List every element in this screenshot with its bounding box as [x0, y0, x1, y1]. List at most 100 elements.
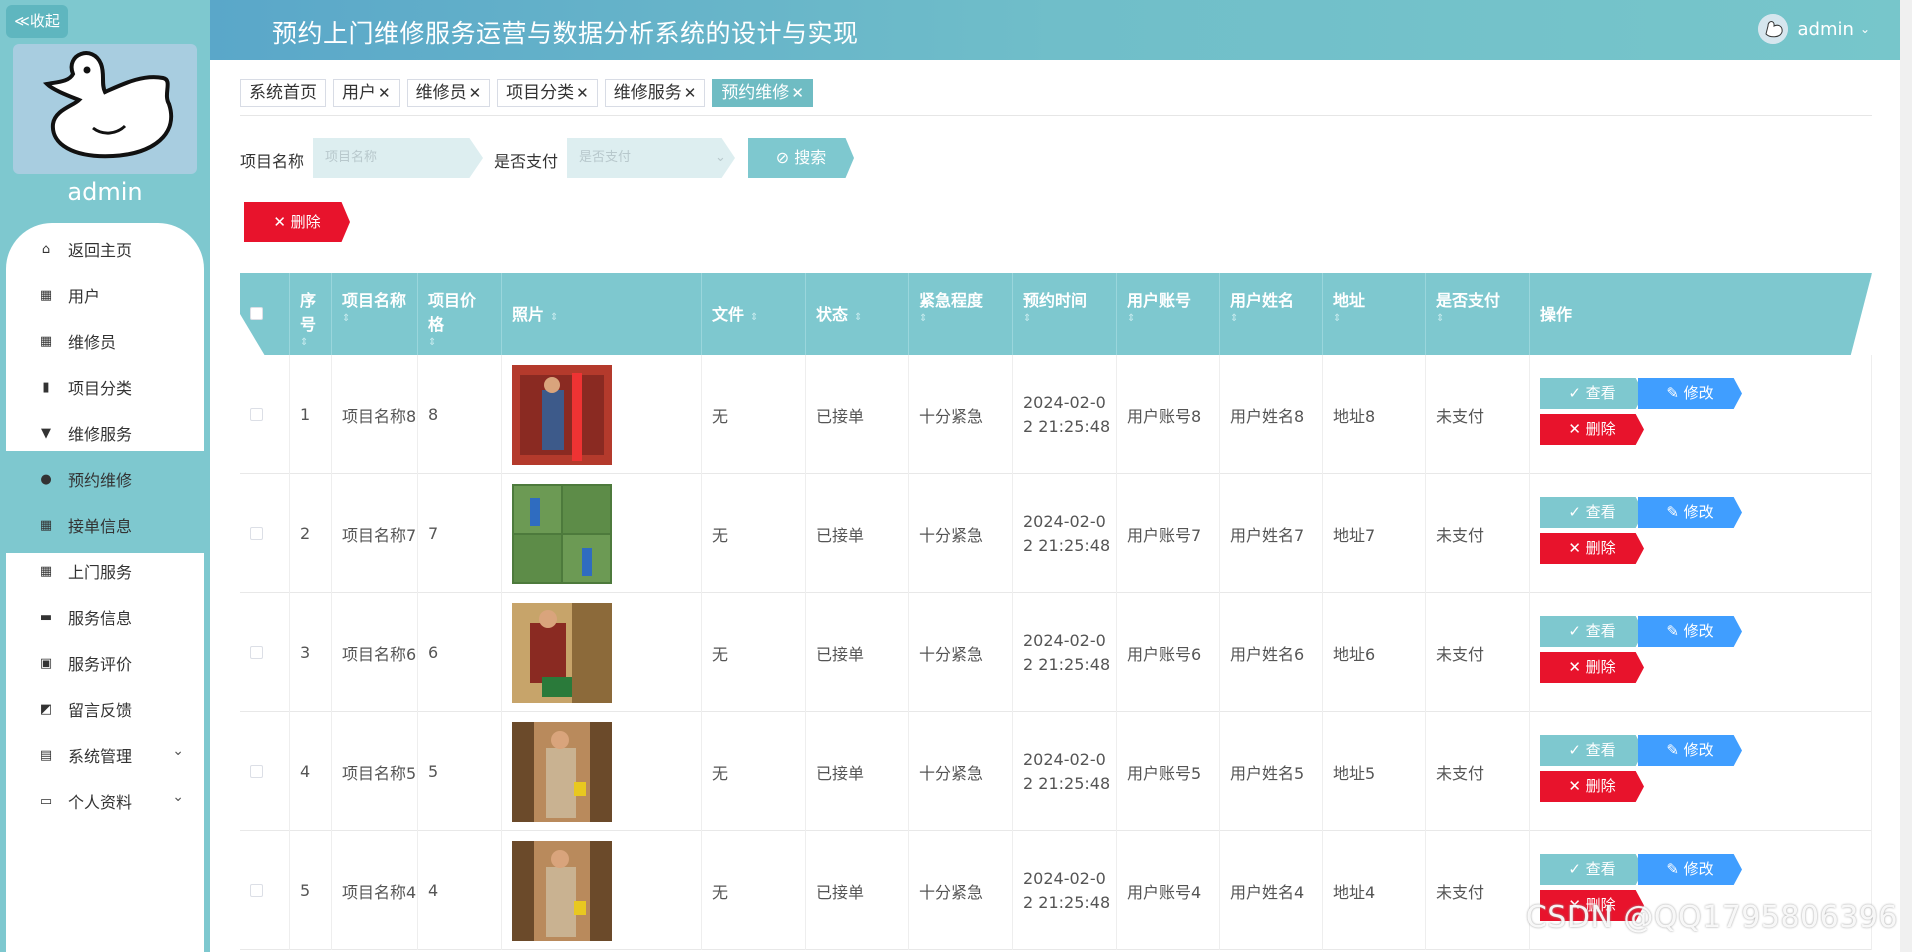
cell-text: 1 — [300, 405, 311, 424]
actions-cell: ✓ 查看 ✎ 修改 ✕ 删除 — [1530, 355, 1872, 474]
close-icon[interactable]: ✕ — [684, 84, 697, 102]
cell-time: 2024-02-0 2 21:25:48 — [1013, 831, 1117, 950]
view-button[interactable]: ✓ 查看 — [1540, 378, 1644, 409]
row-checkbox[interactable] — [250, 884, 263, 897]
delete-label: 删除 — [1585, 777, 1616, 795]
view-button[interactable]: ✓ 查看 — [1540, 616, 1644, 647]
cell-text: 未支付 — [1436, 525, 1485, 545]
cell-status: 已接单 — [806, 474, 909, 593]
view-label: 查看 — [1585, 503, 1616, 521]
row-checkbox[interactable] — [250, 527, 263, 540]
column-header-10[interactable]: 地址 ⇕ — [1323, 273, 1426, 355]
column-header-5[interactable]: 状态 ⇕ — [806, 273, 909, 355]
name-input[interactable]: 项目名称 — [313, 138, 483, 178]
bulk-delete-button[interactable]: ✕ 删除 — [244, 202, 350, 242]
close-icon[interactable]: ✕ — [791, 84, 804, 102]
edit-button[interactable]: ✎ 修改 — [1638, 497, 1742, 528]
cell-name: 项目名称6 — [332, 593, 418, 712]
tab-4[interactable]: 维修服务 ✕ — [604, 79, 706, 107]
photo-thumbnail[interactable] — [512, 602, 612, 703]
pin-icon: ▼ — [41, 425, 51, 441]
paid-select[interactable]: 是否支付 ⌄ — [567, 138, 735, 178]
column-header-8[interactable]: 用户账号 ⇕ — [1117, 273, 1220, 355]
cell-text: 已接单 — [816, 882, 865, 902]
view-button[interactable]: ✓ 查看 — [1540, 854, 1644, 885]
row-checkbox[interactable] — [250, 646, 263, 659]
sidebar-item-label: 上门服务 — [68, 563, 133, 582]
select-all-checkbox[interactable] — [250, 307, 263, 320]
close-icon[interactable]: ✕ — [378, 84, 391, 102]
cell-text: 十分紧急 — [919, 406, 984, 426]
photo-thumbnail[interactable] — [512, 364, 612, 465]
photo-thumbnail[interactable] — [512, 721, 612, 822]
scrollbar[interactable] — [1900, 0, 1912, 952]
row-select-cell — [240, 355, 290, 474]
column-header-6[interactable]: 紧急程度 ⇕ — [909, 273, 1013, 355]
edit-button[interactable]: ✎ 修改 — [1638, 378, 1742, 409]
column-header-11[interactable]: 是否支付 ⇕ — [1426, 273, 1530, 355]
edit-label: 修改 — [1683, 384, 1714, 402]
sort-icon: ⇕ — [1333, 313, 1342, 324]
close-icon[interactable]: ✕ — [576, 84, 589, 102]
cell-photo — [502, 355, 702, 474]
cell-addr: 地址8 — [1323, 355, 1426, 474]
cell-file: 无 — [702, 355, 806, 474]
tab-0[interactable]: 系统首页 — [240, 79, 326, 107]
tab-5[interactable]: 预约维修 ✕ — [712, 79, 813, 107]
column-header-9[interactable]: 用户姓名 ⇕ — [1220, 273, 1323, 355]
chevron-down-icon: ⌄ — [1859, 22, 1870, 36]
tab-2[interactable]: 维修员 ✕ — [406, 79, 491, 107]
view-button[interactable]: ✓ 查看 — [1540, 735, 1644, 766]
column-header-3[interactable]: 照片 ⇕ — [502, 273, 702, 355]
time-line-2: 2 21:25:48 — [1023, 535, 1111, 555]
photo-thumbnail[interactable] — [512, 483, 612, 584]
view-label: 查看 — [1585, 384, 1616, 402]
delete-button[interactable]: ✕ 删除 — [1540, 652, 1644, 683]
edit-button[interactable]: ✎ 修改 — [1638, 616, 1742, 647]
cell-account: 用户账号6 — [1117, 593, 1220, 712]
edit-icon: ✎ — [1666, 860, 1684, 878]
delete-button[interactable]: ✕ 删除 — [1540, 533, 1644, 564]
edit-icon: ✎ — [1666, 622, 1684, 640]
column-header-label: 项目价格 — [428, 291, 477, 334]
sidebar-item-label: 维修服务 — [68, 425, 133, 444]
photo-thumbnail[interactable] — [512, 840, 612, 941]
cell-text: 地址4 — [1333, 882, 1376, 902]
search-button[interactable]: ⊘ 搜索 — [748, 138, 854, 178]
cell-text: 十分紧急 — [919, 882, 984, 902]
tab-3[interactable]: 项目分类 ✕ — [497, 79, 598, 107]
header: 预约上门维修服务运营与数据分析系统的设计与实现 admin ⌄ — [210, 0, 1912, 60]
sort-icon: ⇕ — [1127, 313, 1136, 324]
cell-text: 3 — [300, 643, 311, 662]
column-header-4[interactable]: 文件 ⇕ — [702, 273, 806, 355]
cell-text: 项目名称4 — [342, 882, 417, 902]
close-icon[interactable]: ✕ — [469, 84, 482, 102]
collapse-button[interactable]: ≪收起 — [6, 5, 68, 38]
sidebar-item-label: 服务信息 — [68, 609, 133, 628]
column-header-label: 预约时间 — [1023, 291, 1088, 310]
column-header-label: 用户账号 — [1127, 291, 1192, 310]
duck-avatar-icon — [42, 51, 174, 159]
column-header-label: 地址 — [1333, 291, 1366, 310]
delete-button[interactable]: ✕ 删除 — [1540, 414, 1644, 445]
edit-button[interactable]: ✎ 修改 — [1638, 854, 1742, 885]
sort-icon: ⇕ — [1230, 313, 1239, 324]
column-header-7[interactable]: 预约时间 ⇕ — [1013, 273, 1117, 355]
briefcase-icon: ▬ — [39, 609, 53, 625]
select-all-cell — [240, 273, 290, 355]
column-header-1[interactable]: 项目名称 ⇕ — [332, 273, 418, 355]
appointment-time: 2024-02-0 2 21:25:48 — [1023, 510, 1110, 558]
row-checkbox[interactable] — [250, 765, 263, 778]
edit-button[interactable]: ✎ 修改 — [1638, 735, 1742, 766]
appointment-time: 2024-02-0 2 21:25:48 — [1023, 748, 1110, 796]
view-button[interactable]: ✓ 查看 — [1540, 497, 1644, 528]
delete-button[interactable]: ✕ 删除 — [1540, 771, 1644, 802]
column-header-2[interactable]: 项目价格 ⇕ — [418, 273, 502, 355]
user-dropdown[interactable]: admin ⌄ — [1757, 14, 1870, 44]
cell-name: 项目名称5 — [332, 712, 418, 831]
app: ≪收起 admin ⌂ 返回主页 ▦ 用户 ▦ 维修员 ▮ 项目分类 ▼ 维修服务 ● 预约维修 ▦ 接单… — [0, 0, 1912, 952]
sidebar-item-12[interactable]: ▭ 个人资料 ⌄ — [6, 773, 204, 829]
row-checkbox[interactable] — [250, 408, 263, 421]
column-header-0[interactable]: 序号 ⇕ — [290, 273, 332, 355]
tab-1[interactable]: 用户 ✕ — [333, 79, 400, 107]
